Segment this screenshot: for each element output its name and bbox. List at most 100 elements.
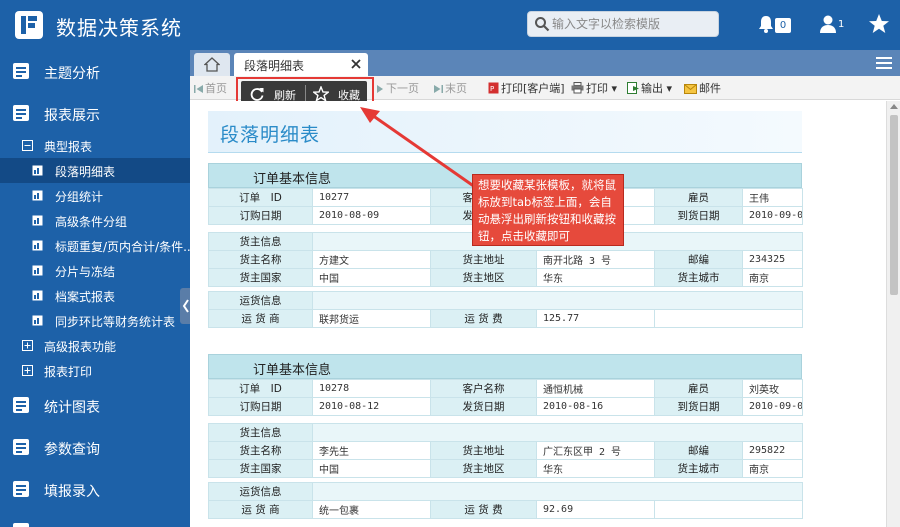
table-row: 运 货 商 统一包裹 运 货 费 92.69 <box>208 500 804 519</box>
tab-bar: 段落明细表 <box>190 50 900 76</box>
report-icon <box>13 105 29 121</box>
sidebar-item-group-statistics[interactable]: 分组统计 <box>0 183 190 208</box>
sidebar-group-report-print[interactable]: 报表打印 <box>0 359 190 383</box>
sidebar-group-label: 典型报表 <box>44 140 93 154</box>
sidebar-item-financial-stats[interactable]: 同步环比等财务统计表 <box>0 308 190 333</box>
close-icon[interactable] <box>350 58 362 70</box>
next-page-button[interactable]: 下一页 <box>376 80 419 96</box>
sidebar-category-label: 报表展示 <box>44 108 100 124</box>
sidebar-item-advanced-grouping[interactable]: 高级条件分组 <box>0 208 190 233</box>
sidebar-item-label: 高级条件分组 <box>55 215 128 229</box>
section-title: 订单基本信息 <box>253 172 332 187</box>
order-basic-table: 订单 ID 10278 客户名称 通恒机械 雇员 刘英玫 订购日期 2010-0… <box>208 379 803 416</box>
favorites-star-icon[interactable] <box>868 13 890 35</box>
chart-icon <box>32 290 43 301</box>
report-icon <box>13 481 29 497</box>
sidebar-category-label: 参数查询 <box>44 442 100 458</box>
first-page-icon <box>194 85 203 93</box>
app-title: 数据决策系统 <box>56 16 182 40</box>
tab-home[interactable] <box>194 53 230 76</box>
report-title-band: 段落明细表 <box>208 111 802 153</box>
sidebar-category-theme-analysis[interactable]: 主题分析 <box>0 50 190 92</box>
table-row: 货主名称 李先生 货主地址 广汇东区甲 2 号 邮编 295822 <box>208 441 804 460</box>
notification-count-badge: 0 <box>775 18 791 33</box>
sidebar-group-advanced-features[interactable]: 高级报表功能 <box>0 334 190 358</box>
sidebar-category-data-entry[interactable]: 填报录入 <box>0 468 190 510</box>
sidebar: 主题分析 报表展示 典型报表 段落明细表 分组统计 高级条件分组 标题重复/页内… <box>0 50 190 527</box>
menu-icon[interactable] <box>876 56 892 70</box>
last-page-icon <box>434 85 443 93</box>
chart-icon <box>32 190 43 201</box>
chevron-down-icon: ▾ <box>663 82 673 95</box>
report-icon <box>13 523 29 527</box>
tab-label: 段落明细表 <box>244 59 305 73</box>
sidebar-category-label: 主题分析 <box>44 66 100 82</box>
print-client-button[interactable]: P 打印[客户端] <box>488 80 565 96</box>
plus-box-icon <box>22 365 33 376</box>
sidebar-category-label: 统计图表 <box>44 400 100 416</box>
first-page-button[interactable]: 首页 <box>194 80 227 96</box>
chart-icon <box>32 165 43 176</box>
next-page-icon <box>377 85 383 93</box>
home-icon <box>204 57 220 72</box>
template-search[interactable] <box>527 11 719 37</box>
sidebar-category-charts[interactable]: 统计图表 <box>0 384 190 426</box>
table-row: 运货信息 <box>208 482 804 501</box>
report-icon <box>13 63 29 79</box>
sidebar-item-label: 档案式报表 <box>55 290 116 304</box>
table-row: 运 货 商 联邦货运 运 货 费 125.77 <box>208 309 804 328</box>
sidebar-item-label: 标题重复/页内合计/条件... <box>55 240 190 254</box>
chevron-down-icon: ▾ <box>608 82 618 95</box>
vertical-scrollbar[interactable] <box>886 101 900 527</box>
sidebar-item-label: 分片与冻结 <box>55 265 116 279</box>
report-content: 段落明细表 订单基本信息 订单 ID 10277 客户名称 雇员 王伟 订购日期… <box>190 101 886 527</box>
report-icon <box>13 439 29 455</box>
sidebar-item-label: 同步环比等财务统计表 <box>55 315 176 329</box>
chart-icon <box>32 215 43 226</box>
export-button[interactable]: 输出 ▾ <box>627 80 672 96</box>
annotation-callout: 想要收藏某张模板，就将鼠标放到tab标签上面，会自动悬浮出刷新按钮和收藏按钮，点… <box>472 174 624 246</box>
annotation-arrow <box>360 107 476 189</box>
owner-info-table: 货主信息 货主名称 李先生 货主地址 广汇东区甲 2 号 邮编 295822 货… <box>208 423 804 478</box>
search-input[interactable] <box>552 15 712 33</box>
tab-paragraph-detail[interactable]: 段落明细表 <box>234 53 368 76</box>
sidebar-item-paragraph-detail[interactable]: 段落明细表 <box>0 158 190 183</box>
sidebar-item-label: 段落明细表 <box>55 165 116 179</box>
print-button[interactable]: 打印 ▾ <box>571 80 617 96</box>
shipping-info-table: 运货信息 运 货 商 联邦货运 运 货 费 125.77 <box>208 291 804 328</box>
mail-icon <box>684 84 697 94</box>
scroll-thumb[interactable] <box>890 115 898 295</box>
mail-button[interactable]: 邮件 <box>684 80 721 96</box>
last-page-button[interactable]: 末页 <box>434 80 467 96</box>
section-title: 订单基本信息 <box>253 363 332 378</box>
user-count: 1 <box>838 19 845 30</box>
order-section-header: 订单基本信息 <box>208 354 802 379</box>
plus-box-icon <box>22 340 33 351</box>
sidebar-item-label: 分组统计 <box>55 190 104 204</box>
user-icon[interactable] <box>818 14 838 34</box>
chart-icon <box>32 240 43 251</box>
table-row: 货主信息 <box>208 423 804 442</box>
sidebar-item-title-repeat[interactable]: 标题重复/页内合计/条件... <box>0 233 190 258</box>
sidebar-category-partial[interactable] <box>0 510 190 527</box>
sidebar-category-param-query[interactable]: 参数查询 <box>0 426 190 468</box>
pdf-print-icon: P <box>488 82 499 94</box>
minus-box-icon <box>22 140 33 151</box>
top-header: 数据决策系统 0 1 <box>0 0 900 50</box>
sidebar-item-archive-report[interactable]: 档案式报表 <box>0 283 190 308</box>
search-icon <box>535 17 550 32</box>
scroll-up-icon[interactable] <box>890 104 898 109</box>
sidebar-item-split-freeze[interactable]: 分片与冻结 <box>0 258 190 283</box>
app-logo-icon <box>15 11 43 39</box>
printer-icon <box>571 82 584 94</box>
chart-icon <box>32 265 43 276</box>
svg-text:P: P <box>490 85 494 93</box>
chart-icon <box>32 315 43 326</box>
bell-icon[interactable] <box>756 14 776 34</box>
table-row: 货主国家 中国 货主地区 华东 货主城市 南京 <box>208 459 804 478</box>
sidebar-category-report-display[interactable]: 报表展示 <box>0 92 190 134</box>
sidebar-group-typical-reports[interactable]: 典型报表 <box>0 134 190 158</box>
table-row: 货主国家 中国 货主地区 华东 货主城市 南京 <box>208 268 804 287</box>
table-row: 运货信息 <box>208 291 804 310</box>
report-title: 段落明细表 <box>220 124 321 146</box>
